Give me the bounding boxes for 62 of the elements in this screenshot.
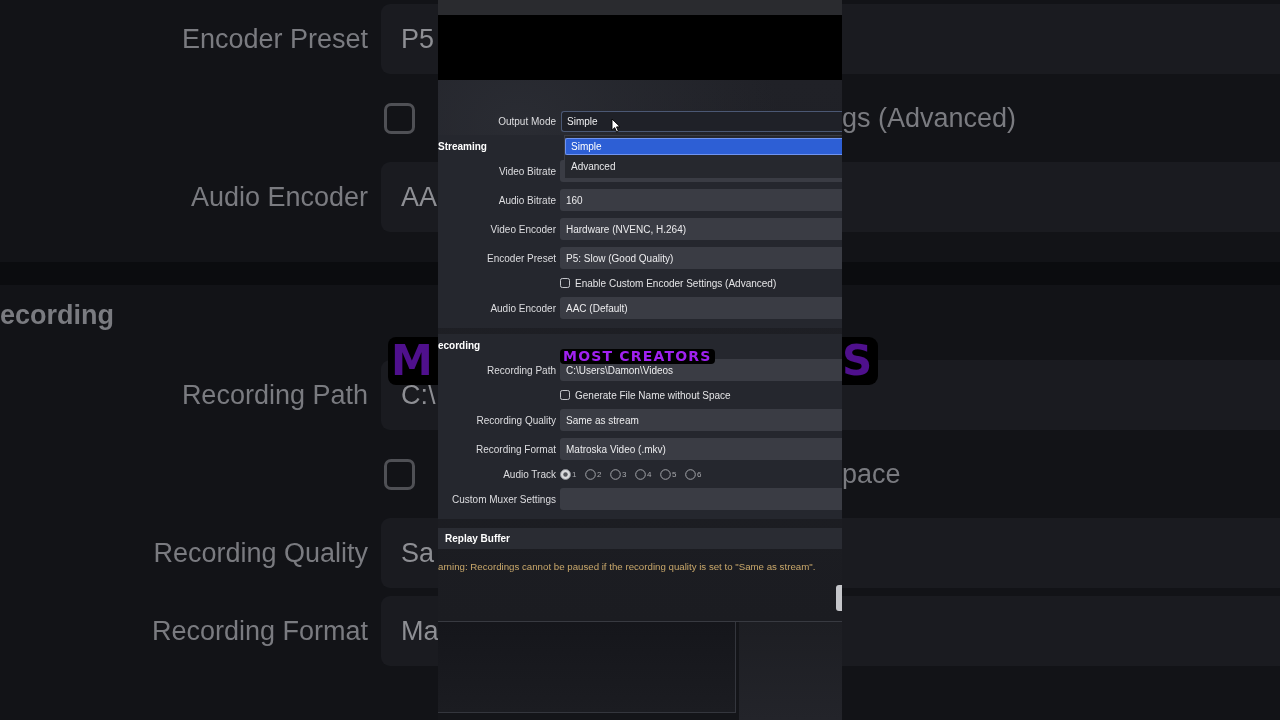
group-title: ecording bbox=[438, 339, 481, 353]
field-label: Encoder Preset bbox=[486, 252, 556, 264]
field-label: Recording Quality bbox=[152, 537, 368, 569]
field-label: Audio Encoder bbox=[489, 302, 556, 314]
dialog-button[interactable] bbox=[836, 585, 842, 611]
field-label: Audio Encoder bbox=[189, 181, 368, 213]
radio-label: 6 bbox=[697, 469, 703, 479]
checkbox-label: Enable Custom Encoder Settings (Advanced) bbox=[575, 277, 777, 289]
input-field[interactable] bbox=[842, 518, 1280, 588]
field-label: Recording Format bbox=[150, 615, 368, 647]
radio-button[interactable] bbox=[635, 468, 646, 480]
input-field[interactable]: Sa bbox=[381, 518, 438, 588]
group-title: Replay Buffer bbox=[445, 532, 510, 546]
radio-button[interactable] bbox=[560, 468, 571, 480]
radio-label: 2 bbox=[597, 469, 603, 479]
input-field[interactable]: Same as stream bbox=[560, 409, 842, 431]
input-field[interactable] bbox=[842, 4, 1280, 74]
radio-label: 4 bbox=[647, 469, 653, 479]
caption-overlay: S bbox=[842, 337, 879, 385]
radio-label: 3 bbox=[622, 469, 628, 479]
field-label: Output Mode bbox=[497, 116, 556, 127]
input-field[interactable]: P5: Slow (Good Quality) bbox=[560, 247, 842, 269]
group-title: ecording bbox=[0, 300, 114, 330]
input-field[interactable]: 160 bbox=[560, 189, 842, 211]
field-label: Recording Quality bbox=[475, 414, 556, 426]
input-field[interactable] bbox=[560, 488, 842, 510]
field-label: Custom Muxer Settings bbox=[451, 493, 556, 505]
input-field[interactable]: Matroska Video (.mkv) bbox=[560, 438, 842, 460]
input-field[interactable]: Hardware (NVENC, H.264) bbox=[560, 218, 842, 240]
cursor-icon bbox=[611, 118, 621, 133]
field-label: Video Bitrate bbox=[497, 165, 556, 177]
field-label: Recording Format bbox=[474, 443, 556, 455]
input-field[interactable]: AAC (Default) bbox=[560, 297, 842, 319]
field-label: Encoder Preset bbox=[180, 23, 368, 55]
field-label: Recording Path bbox=[180, 379, 368, 411]
caption-overlay: MOST CREATORS bbox=[560, 349, 715, 364]
radio-button[interactable] bbox=[660, 468, 671, 480]
radio-button[interactable] bbox=[685, 468, 696, 480]
input-field[interactable]: P5 bbox=[381, 4, 438, 74]
radio-label: 5 bbox=[672, 469, 678, 479]
caption-overlay: M bbox=[388, 337, 438, 385]
checkbox-label: pace bbox=[842, 458, 901, 490]
dropdown-option[interactable]: Advanced bbox=[565, 158, 842, 175]
checkbox[interactable] bbox=[384, 458, 415, 490]
input-field[interactable] bbox=[842, 596, 1280, 666]
checkbox-label: gs (Advanced) bbox=[842, 102, 1017, 134]
field-label: Audio Bitrate bbox=[497, 194, 556, 206]
radio-label: 1 bbox=[572, 469, 578, 479]
dropdown[interactable]: Simple bbox=[561, 111, 842, 132]
radio-button[interactable] bbox=[610, 468, 621, 480]
checkbox[interactable] bbox=[384, 102, 415, 134]
input-field[interactable]: AA bbox=[381, 162, 438, 232]
radio-button[interactable] bbox=[585, 468, 596, 480]
checkbox-label: Generate File Name without Space bbox=[575, 389, 731, 401]
field-label: Video Encoder bbox=[489, 223, 556, 235]
dropdown-option[interactable]: Simple bbox=[565, 138, 842, 155]
field-label: Recording Path bbox=[486, 364, 556, 376]
warning-text: arning: Recordings cannot be paused if the recording quality is set to "Same as stream". bbox=[438, 561, 817, 573]
input-field[interactable]: Ma bbox=[381, 596, 438, 666]
field-label: Audio Track bbox=[502, 468, 556, 480]
group-title: Streaming bbox=[438, 140, 487, 154]
input-field[interactable] bbox=[842, 162, 1280, 232]
